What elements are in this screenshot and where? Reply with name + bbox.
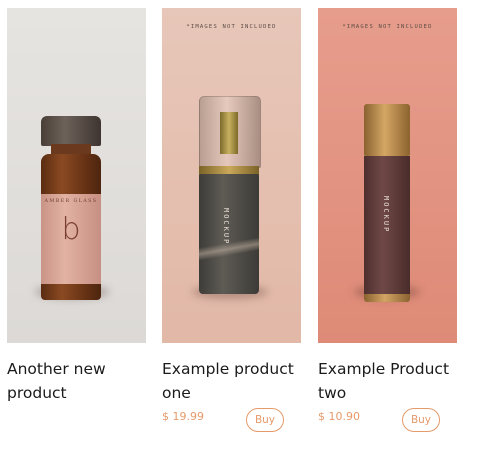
product-image[interactable]: *IMAGES NOT INCLUDED MOCKUP [162,8,301,343]
product-title[interactable]: Example Product two [318,357,457,405]
product-image[interactable]: AMBER GLASS b [7,8,146,343]
product-title-line2: product [7,384,67,402]
buy-button[interactable]: Buy [246,408,284,432]
product-price: $ 19.99 [162,410,204,423]
product-card-example-product-one[interactable]: *IMAGES NOT INCLUDED MOCKUP Example prod… [162,8,301,438]
product-title-line1: Example product [162,360,294,378]
buy-button[interactable]: Buy [402,408,440,432]
bottle-pump [220,112,238,154]
bottle-mockup-text: MOCKUP [222,208,230,246]
product-image[interactable]: *IMAGES NOT INCLUDED MOCKUP [318,8,457,343]
product-title[interactable]: Example product one [162,357,301,405]
product-card-another-new-product[interactable]: AMBER GLASS b Another new product [7,8,146,405]
product-card-example-product-two[interactable]: *IMAGES NOT INCLUDED MOCKUP Example Prod… [318,8,457,438]
product-title-line2: two [318,384,347,402]
bottle-logo-letter: b [61,212,81,247]
product-title-line2: one [162,384,191,402]
product-price: $ 10.90 [318,410,360,423]
bottle-cap [41,116,101,146]
price-row: $ 10.90 Buy [318,408,457,438]
bottle-brand-text: AMBER GLASS [44,199,98,204]
product-title-line1: Example Product [318,360,450,378]
bottle-mockup-text: MOCKUP [382,196,390,234]
images-not-included-notice: *IMAGES NOT INCLUDED [186,24,277,30]
product-grid: AMBER GLASS b Another new product *IMAGE… [0,0,480,457]
price-row: $ 19.99 Buy [162,408,301,438]
bottle-base [364,294,410,302]
images-not-included-notice: *IMAGES NOT INCLUDED [342,24,433,30]
product-title-line1: Another new [7,360,106,378]
bottle-cap [364,104,410,156]
product-title[interactable]: Another new product [7,357,146,405]
